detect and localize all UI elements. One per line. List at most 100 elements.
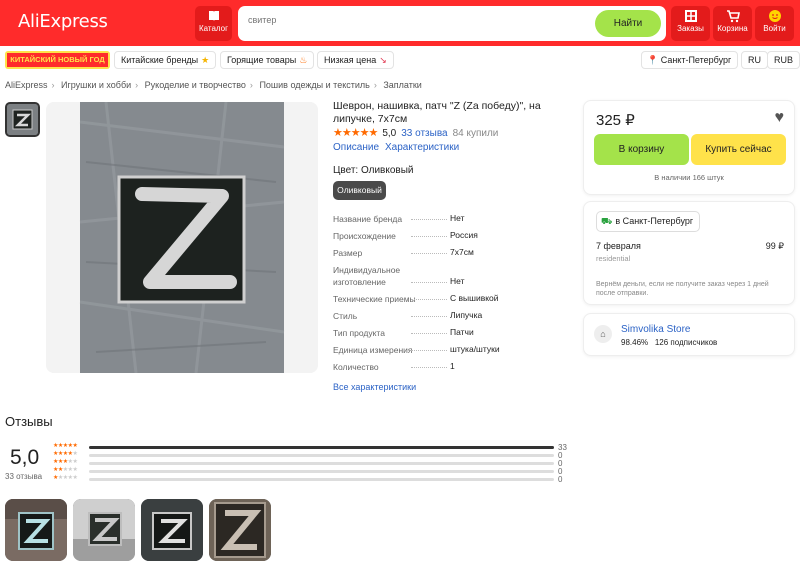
rating-bar-row: ★★★★★ 0 <box>53 451 573 460</box>
review-photo-image <box>5 499 67 561</box>
color-option-olive[interactable]: Оливковый <box>333 181 386 200</box>
spec-value: Патчи <box>450 327 474 337</box>
review-photo[interactable] <box>141 499 203 561</box>
review-photo-image <box>209 499 271 561</box>
box-icon <box>684 10 697 22</box>
all-specs-link[interactable]: Все характеристики <box>333 382 416 392</box>
store-positive: 98.46% <box>621 338 649 347</box>
breadcrumb-item[interactable]: AliExpress <box>5 80 48 90</box>
rating-bar-stars: ★★★★★ <box>53 451 78 457</box>
aliexpress-logo[interactable]: AliExpress <box>18 11 108 32</box>
location-selector[interactable]: 📍 Санкт-Петербург <box>641 51 739 69</box>
location-label: Санкт-Петербург <box>660 55 732 65</box>
review-photo-image <box>73 499 135 561</box>
destination-label: в Санкт-Петербург <box>615 216 694 226</box>
catalog-button[interactable]: Каталог <box>195 6 232 41</box>
rating-bar-row: ★★★★★ 33 <box>53 443 573 452</box>
shipping-price: 99 ₽ <box>765 241 784 251</box>
review-photo-image <box>141 499 203 561</box>
breadcrumb-item[interactable]: Заплатки <box>383 80 421 90</box>
chip-hot-deals[interactable]: Горящие товары ♨ <box>220 51 315 69</box>
smiley-icon <box>768 10 781 22</box>
spec-value: Россия <box>450 230 478 240</box>
login-button[interactable]: Войти <box>755 6 794 41</box>
rating-bar-stars: ★★★★★ <box>53 475 78 481</box>
rating-bar-stars: ★★★★★ <box>53 459 78 465</box>
buy-box: 325 ₽ ♥ В корзину Купить сейчас В наличи… <box>583 100 795 195</box>
login-label: Войти <box>763 24 786 33</box>
currency-selector[interactable]: RUB <box>767 51 800 69</box>
rating-summary: ★★★★★ 5,0 33 отзыва 84 купили <box>333 126 498 139</box>
breadcrumb-item[interactable]: Рукоделие и творчество <box>145 80 246 90</box>
spec-row: Технические приемы С вышивкой <box>333 291 573 308</box>
heart-icon[interactable]: ♥ <box>775 109 785 127</box>
product-tabs: Описание Характеристики <box>333 142 465 153</box>
shipping-destination[interactable]: ⛟ в Санкт-Петербург <box>596 211 701 232</box>
store-icon: ⌂ <box>594 325 612 343</box>
rating-bar-track <box>89 470 554 473</box>
catalog-label: Каталог <box>198 24 229 33</box>
rating-bar-fill <box>89 446 554 449</box>
spec-key: Тип продукта <box>333 328 385 338</box>
spec-row: Размер 7x7см <box>333 245 573 262</box>
breadcrumb-item[interactable]: Игрушки и хобби <box>61 80 131 90</box>
cart-label: Корзина <box>717 24 748 33</box>
breadcrumb-item[interactable]: Пошив одежды и текстиль <box>259 80 369 90</box>
orders-button[interactable]: Заказы <box>671 6 710 41</box>
rating-stars: ★★★★★ <box>333 127 378 139</box>
refund-note: Вернём деньги, если не получите заказ че… <box>596 281 769 297</box>
promo-banner[interactable]: КИТАЙСКИЙ НОВЫЙ ГОД <box>5 51 110 69</box>
rating-bar-row: ★★★★★ 0 <box>53 475 573 484</box>
chevron-right-icon: › <box>51 80 55 90</box>
header: AliExpress Каталог Найти Заказы Корзина … <box>0 0 800 46</box>
orders-label: Заказы <box>677 24 704 33</box>
cart-icon <box>726 10 740 23</box>
delivery-date: 7 февраля <box>596 241 641 251</box>
spec-value: штука/штуки <box>450 344 500 354</box>
tab-characteristics[interactable]: Характеристики <box>385 142 459 153</box>
language-selector[interactable]: RU <box>741 51 768 69</box>
add-to-cart-button[interactable]: В корзину <box>594 134 689 165</box>
search-bar: Найти <box>238 6 666 41</box>
spec-value: С вышивкой <box>450 293 499 303</box>
product-thumbnail[interactable] <box>5 102 40 137</box>
review-photo[interactable] <box>73 499 135 561</box>
bought-count: 84 купили <box>452 128 499 139</box>
rating-bar-stars: ★★★★★ <box>53 443 78 449</box>
buy-now-button[interactable]: Купить сейчас <box>691 134 786 165</box>
product-title: Шеврон, нашивка, патч "Z (Za победу)", н… <box>333 100 541 125</box>
rating-bar-row: ★★★★★ 0 <box>53 467 573 476</box>
review-photo[interactable] <box>5 499 67 561</box>
chevron-right-icon: › <box>135 80 139 90</box>
reviews-link[interactable]: 33 отзыва <box>401 128 447 139</box>
cart-button[interactable]: Корзина <box>713 6 752 41</box>
spec-key: Единица измерения <box>333 345 413 355</box>
review-photo[interactable] <box>209 499 271 561</box>
reviews-count: 33 отзыва <box>5 472 43 481</box>
spec-key: Происхождение <box>333 231 396 241</box>
store-card[interactable]: ⌂ Simvolika Store 98.46% 126 подписчиков <box>583 313 795 356</box>
spec-value: Нет <box>450 276 465 286</box>
specs-list: Название бренда Нет Происхождение Россия Р… <box>333 211 573 376</box>
color-label: Цвет: Оливковый <box>333 165 414 176</box>
price-tag-icon: ↘ <box>379 55 387 65</box>
chip-chinese-brands[interactable]: Китайские бренды ★ <box>114 51 217 69</box>
spec-key: Количество <box>333 362 379 372</box>
spec-key: Размер <box>333 248 363 258</box>
truck-icon: ⛟ <box>601 216 613 226</box>
search-button[interactable]: Найти <box>595 10 661 37</box>
chip-label: Горящие товары <box>227 55 297 65</box>
tab-description[interactable]: Описание <box>333 142 379 153</box>
store-name[interactable]: Simvolika Store <box>621 324 690 335</box>
spec-row: Название бренда Нет <box>333 211 573 228</box>
search-input[interactable] <box>248 15 568 25</box>
chip-low-price[interactable]: Низкая цена ↘ <box>317 51 394 69</box>
spec-key: Стиль <box>333 311 358 321</box>
price: 325 ₽ <box>596 112 635 129</box>
spec-value: 7x7см <box>450 247 474 257</box>
book-icon <box>208 11 219 21</box>
chevron-right-icon: › <box>373 80 377 90</box>
rating-bar-track <box>89 478 554 481</box>
product-main-image[interactable] <box>46 102 318 373</box>
spec-row: Количество 1 <box>333 359 573 376</box>
